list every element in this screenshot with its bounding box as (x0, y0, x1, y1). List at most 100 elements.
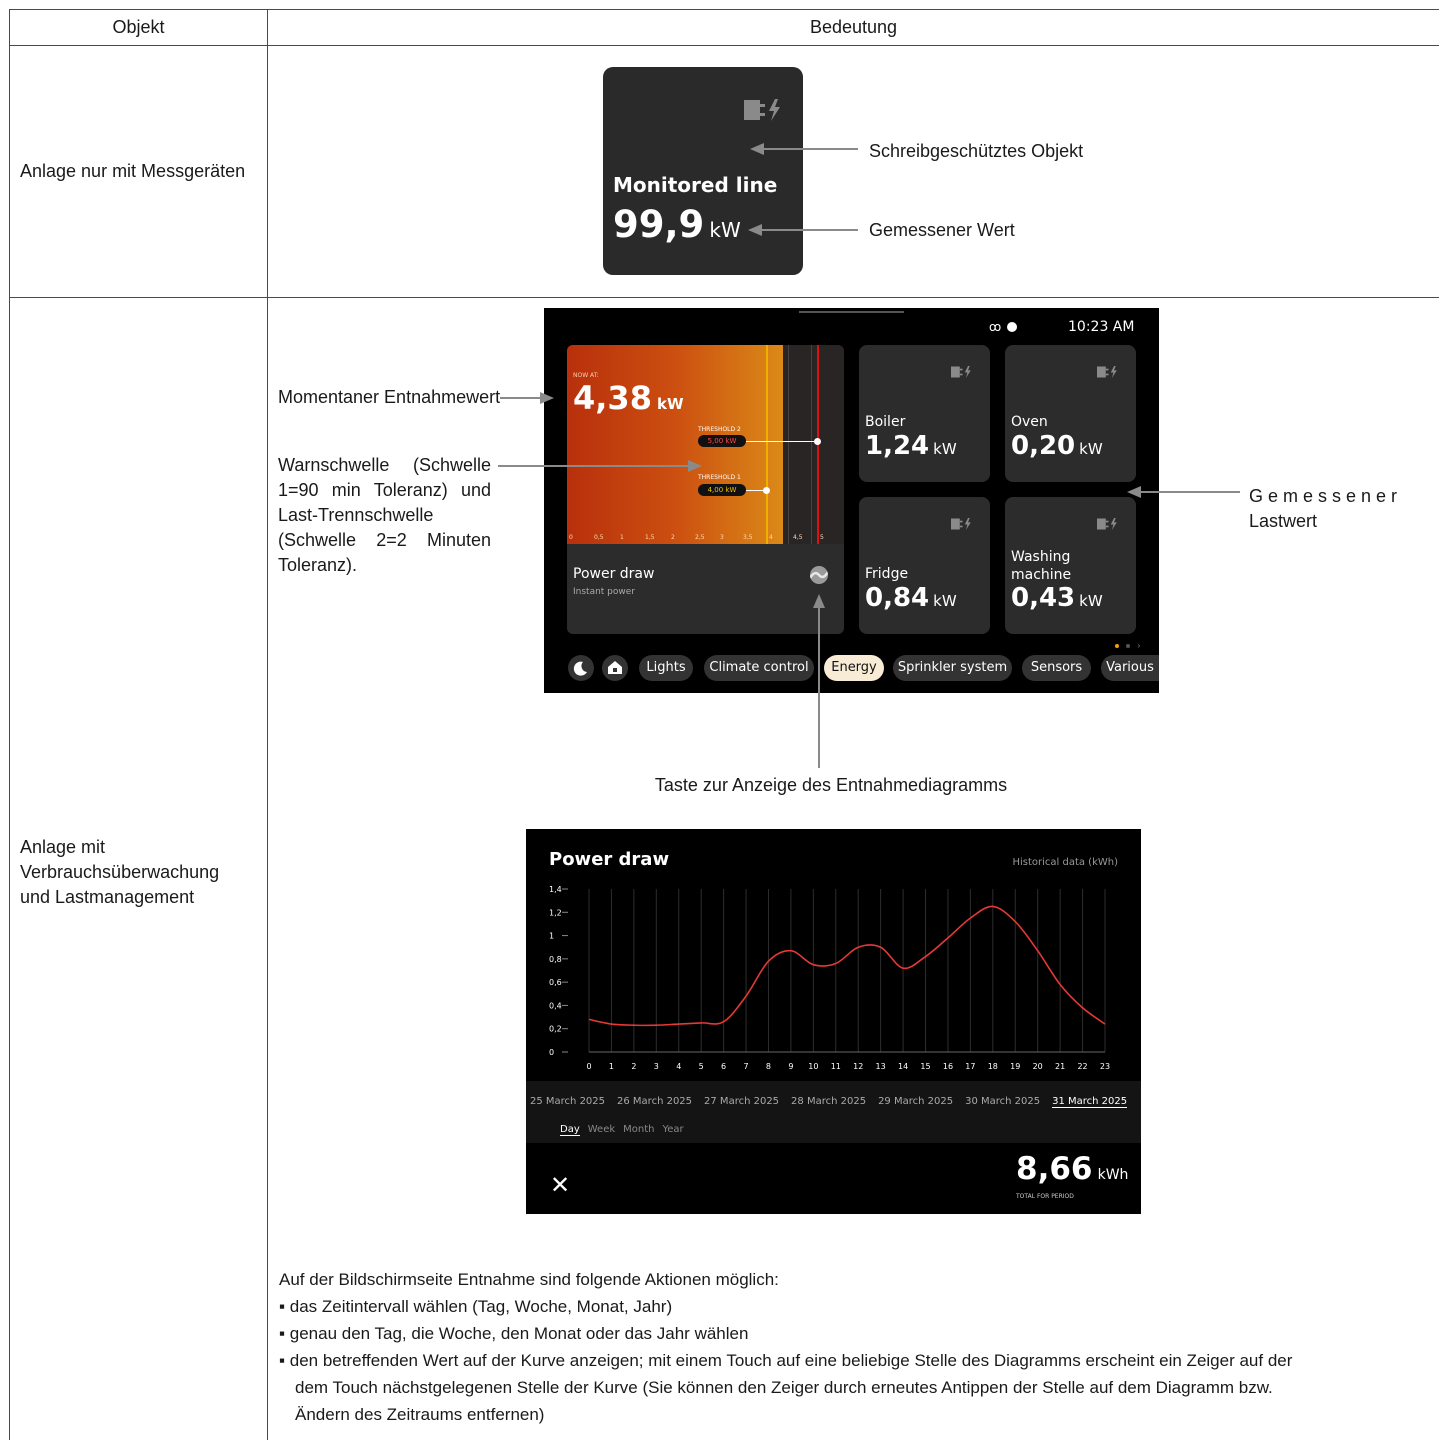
period-tab[interactable]: Year (663, 1124, 684, 1135)
date-item[interactable]: 31 March 2025 (1052, 1096, 1128, 1108)
tile-value-number: 99,9 (613, 203, 705, 246)
x-tick-label: 11 (831, 1062, 841, 1071)
total-unit: kWh (1097, 1167, 1129, 1183)
gauge-scale: 0 0,5 1 1,5 2 2,5 3 3,5 4 4,5 5 (567, 534, 844, 544)
load-name: Washing machine (1011, 549, 1072, 583)
tab-sprinkler-system[interactable]: Sprinkler system (893, 655, 1012, 681)
tile-value-unit: kW (709, 218, 741, 242)
device-screen: ꝏ 10:23 AM NOW AT: 4,38 kW THRESHOLD 2 5… (544, 308, 1159, 693)
y-tick-label: 0,8 (549, 955, 562, 964)
load-value: 0,84 kW (865, 583, 957, 613)
monitored-line-tile[interactable]: Monitored line 99,9 kW (603, 67, 803, 275)
x-tick-label: 14 (898, 1062, 908, 1071)
scale-tick: 3 (720, 534, 724, 541)
scale-tick: 4 (769, 534, 773, 541)
load-card-boiler[interactable]: Boiler 1,24 kW (859, 345, 990, 482)
x-tick-label: 13 (876, 1062, 886, 1071)
footer-bullet: ▪ das Zeitintervall wählen (Tag, Woche, … (279, 1297, 673, 1316)
tile-title: Monitored line (613, 173, 778, 197)
x-tick-label: 15 (920, 1062, 930, 1071)
x-tick-label: 22 (1077, 1062, 1087, 1071)
scale-tick: 1,5 (645, 534, 655, 541)
threshold1-dot (763, 487, 770, 494)
date-item[interactable]: 26 March 2025 (617, 1096, 692, 1107)
home-icon (608, 661, 622, 674)
page-indicator[interactable]: › (1115, 641, 1140, 650)
threshold2-connector (746, 441, 818, 442)
x-tick-label: 16 (943, 1062, 953, 1071)
drag-handle[interactable] (799, 311, 904, 313)
load-value: 1,24 kW (865, 431, 957, 461)
threshold2-badge: 5,00 kW (698, 435, 746, 447)
load-card-oven[interactable]: Oven 0,20 kW (1005, 345, 1136, 482)
total-value: 8,66 kWh (1016, 1151, 1128, 1187)
annotation-button: Taste zur Anzeige des Entnahmediagramms (654, 775, 1008, 795)
period-tab[interactable]: Month (623, 1124, 654, 1135)
chevron-right-icon[interactable]: › (1137, 641, 1140, 650)
date-item[interactable]: 29 March 2025 (878, 1096, 953, 1107)
date-strip: 25 March 2025 26 March 2025 27 March 2025 2… (526, 1081, 1141, 1143)
date-item[interactable]: 30 March 2025 (965, 1096, 1040, 1107)
load-card-washing-machine[interactable]: Washing machine 0,43 kW (1005, 497, 1136, 634)
y-tick-label: 0,4 (549, 1001, 562, 1010)
annotation-load: Gemessener Lastwert (1249, 486, 1403, 531)
tab-various[interactable]: Various (1101, 655, 1159, 681)
tab-lights[interactable]: Lights (639, 655, 693, 681)
scale-tick: 3,5 (743, 534, 753, 541)
load-value: 0,20 kW (1011, 431, 1103, 461)
label-measured: Gemessener Wert (869, 220, 1015, 240)
load-card-fridge[interactable]: Fridge 0,84 kW (859, 497, 990, 634)
page-dot-active (1115, 644, 1119, 648)
threshold1-label: THRESHOLD 1 (698, 474, 741, 481)
tab-climate-control[interactable]: Climate control (704, 655, 814, 681)
power-draw-card[interactable]: NOW AT: 4,38 kW THRESHOLD 2 5,00 kW THRE… (567, 345, 844, 634)
date-item[interactable]: 28 March 2025 (791, 1096, 866, 1107)
tile-value: 99,9 kW (613, 203, 741, 246)
date-item[interactable]: 27 March 2025 (704, 1096, 779, 1107)
footer-text: Auf der Bildschirmseite Entnahme sind fo… (279, 1266, 1429, 1428)
home-button[interactable] (602, 655, 628, 681)
history-subtitle: Historical data (kWh) (1012, 857, 1118, 868)
x-tick-label: 9 (788, 1062, 793, 1071)
plug-icon (1097, 517, 1117, 531)
chart-button-icon[interactable] (810, 566, 828, 584)
y-tick-label: 0 (549, 1048, 554, 1057)
plug-icon (744, 99, 780, 121)
tab-sensors[interactable]: Sensors (1022, 655, 1091, 681)
total-label: TOTAL FOR PERIOD (1016, 1193, 1074, 1200)
footer-bullet: ▪ den betreffenden Wert auf der Kurve an… (279, 1351, 1293, 1370)
moon-icon (573, 661, 587, 676)
footer-bullet-cont: dem Touch nächstgelegenen Stelle der Kur… (295, 1378, 1273, 1397)
plug-icon (951, 365, 971, 379)
period-tab[interactable]: Week (588, 1124, 615, 1135)
load-name: Oven (1011, 414, 1048, 430)
now-value-number: 4,38 (573, 379, 652, 417)
load-name: Fridge (865, 566, 909, 582)
footer-bullet: ▪ genau den Tag, die Woche, den Monat od… (279, 1324, 749, 1343)
status-time: 10:23 AM (1068, 319, 1135, 335)
x-tick-label: 4 (676, 1062, 681, 1071)
history-chart[interactable]: 00,20,40,60,811,21,40 1 2 3 4 5 6 7 8 9 10 11 12 13 14… (526, 877, 1141, 1077)
y-tick-label: 1,4 (549, 885, 562, 894)
now-at-label: NOW AT: (573, 372, 599, 379)
status-icons: ꝏ (989, 320, 1018, 334)
load-value: 0,43 kW (1011, 583, 1103, 613)
threshold2-dot (814, 438, 821, 445)
period-tab[interactable]: Day (560, 1124, 580, 1136)
night-mode-button[interactable] (568, 655, 594, 681)
tab-energy[interactable]: Energy (824, 655, 884, 681)
x-tick-label: 18 (988, 1062, 998, 1071)
x-tick-label: 7 (743, 1062, 748, 1071)
x-tick-label: 19 (1010, 1062, 1020, 1071)
y-tick-label: 0,2 (549, 1025, 562, 1034)
dnd-icon (1007, 322, 1018, 332)
close-icon[interactable]: ✕ (550, 1173, 570, 1197)
scale-tick: 0 (569, 534, 573, 541)
load-name: Boiler (865, 414, 906, 430)
y-tick-label: 1 (549, 932, 554, 941)
date-item[interactable]: 25 March 2025 (530, 1096, 605, 1107)
threshold1-line (766, 345, 768, 544)
scale-tick: 1 (620, 534, 624, 541)
now-value: 4,38 kW (573, 379, 684, 417)
x-tick-label: 23 (1100, 1062, 1110, 1071)
